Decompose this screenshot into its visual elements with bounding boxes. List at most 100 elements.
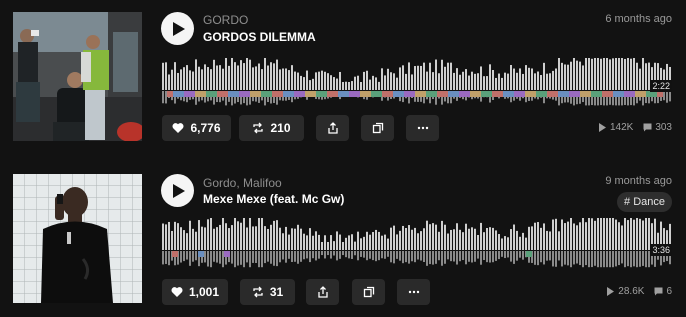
comment-avatar[interactable]: [552, 91, 558, 97]
waveform-bar: [456, 68, 458, 90]
comment-avatar[interactable]: [332, 91, 338, 97]
comment-avatar[interactable]: [321, 91, 327, 97]
waveform-bar: [537, 222, 539, 250]
more-button[interactable]: [397, 279, 430, 305]
genre-tag[interactable]: # Dance: [617, 192, 672, 212]
comment-avatar[interactable]: [508, 91, 514, 97]
waveform-bar: [540, 227, 542, 250]
waveform-bar: [162, 91, 164, 104]
comment-count[interactable]: 303: [643, 122, 672, 133]
waveform-bar: [516, 251, 518, 261]
track-title[interactable]: Mexe Mexe (feat. Mc Gw): [203, 192, 344, 206]
comment-avatar[interactable]: [222, 91, 228, 97]
comment-avatar[interactable]: [640, 91, 646, 97]
comment-avatar[interactable]: [211, 91, 217, 97]
comment-avatar[interactable]: [431, 91, 437, 97]
comment-avatar[interactable]: [167, 91, 173, 97]
comment-avatar[interactable]: [618, 91, 624, 97]
comment-avatar[interactable]: [530, 91, 536, 97]
waveform-bar: [417, 233, 419, 250]
more-button[interactable]: [406, 115, 439, 141]
comment-avatar[interactable]: [255, 91, 261, 97]
waveform-bar: [321, 251, 323, 256]
comment-avatar[interactable]: [172, 251, 178, 257]
comment-avatar[interactable]: [629, 91, 635, 97]
waveform-bar: [240, 251, 242, 265]
play-count-value: 142K: [609, 122, 634, 133]
copy-link-button[interactable]: [361, 115, 394, 141]
waveform-bar: [378, 251, 380, 261]
waveform-bar: [390, 72, 392, 90]
comment-avatar[interactable]: [200, 91, 206, 97]
waveform-bar: [444, 66, 446, 90]
comment-avatar[interactable]: [354, 91, 360, 97]
like-button[interactable]: 6,776: [162, 115, 231, 141]
share-button[interactable]: [316, 115, 349, 141]
play-button[interactable]: [161, 12, 194, 45]
waveform-bar: [504, 251, 506, 259]
waveform-bar: [471, 71, 473, 90]
comment-avatar[interactable]: [266, 91, 272, 97]
comment-avatar[interactable]: [596, 91, 602, 97]
play-button[interactable]: [161, 174, 194, 207]
comment-avatar[interactable]: [310, 91, 316, 97]
waveform[interactable]: [162, 56, 672, 108]
comment-avatar[interactable]: [420, 91, 426, 97]
waveform-bar: [327, 251, 329, 256]
comment-avatar[interactable]: [224, 251, 230, 257]
copy-link-button[interactable]: [352, 279, 385, 305]
comment-avatar[interactable]: [526, 251, 532, 257]
comment-avatar[interactable]: [398, 91, 404, 97]
track-artwork[interactable]: [13, 174, 142, 303]
comment-avatar[interactable]: [541, 91, 547, 97]
comment-avatar[interactable]: [453, 91, 459, 97]
waveform-bar: [630, 251, 632, 268]
comment-avatar[interactable]: [464, 91, 470, 97]
comment-avatar[interactable]: [519, 91, 525, 97]
waveform-bar: [321, 70, 323, 90]
comment-avatar[interactable]: [376, 91, 382, 97]
comment-avatar[interactable]: [277, 91, 283, 97]
repost-button[interactable]: 210: [239, 115, 304, 141]
comment-avatar[interactable]: [198, 251, 204, 257]
repost-button[interactable]: 31: [240, 279, 295, 305]
comment-avatar[interactable]: [299, 91, 305, 97]
comment-avatar[interactable]: [409, 91, 415, 97]
comment-avatar[interactable]: [574, 91, 580, 97]
heart-icon: [171, 287, 183, 297]
comment-avatar[interactable]: [497, 91, 503, 97]
repost-count: 31: [269, 285, 284, 299]
comment-count[interactable]: 6: [654, 286, 672, 297]
waveform-bar: [165, 224, 167, 250]
comment-avatar[interactable]: [233, 91, 239, 97]
waveform-bar: [162, 251, 164, 265]
like-button[interactable]: 1,001: [162, 279, 228, 305]
comment-avatar[interactable]: [607, 91, 613, 97]
waveform[interactable]: [162, 216, 672, 270]
comment-avatar[interactable]: [365, 91, 371, 97]
comment-avatar[interactable]: [244, 91, 250, 97]
comment-avatar[interactable]: [563, 91, 569, 97]
waveform-bar: [219, 65, 221, 90]
waveform-bar: [597, 58, 599, 90]
waveform-bar: [609, 218, 611, 250]
waveform-bar: [309, 228, 311, 250]
track-title[interactable]: GORDOS DILEMMA: [203, 30, 316, 44]
comment-avatar[interactable]: [343, 91, 349, 97]
track-artist[interactable]: GORDO: [203, 13, 248, 27]
comment-avatar[interactable]: [387, 91, 393, 97]
waveform-bar: [396, 77, 398, 90]
track-artist[interactable]: Gordo, Malifoo: [203, 176, 282, 190]
comment-avatar[interactable]: [189, 91, 195, 97]
comment-avatar[interactable]: [288, 91, 294, 97]
comment-avatar[interactable]: [442, 91, 448, 97]
track-artwork[interactable]: [13, 12, 142, 141]
comment-avatar[interactable]: [585, 91, 591, 97]
waveform-bar: [336, 231, 338, 250]
comment-avatar[interactable]: [178, 91, 184, 97]
waveform-bar: [477, 234, 479, 250]
comment-avatar[interactable]: [475, 91, 481, 97]
share-button[interactable]: [306, 279, 339, 305]
comment-avatar[interactable]: [486, 91, 492, 97]
waveform-bar: [237, 65, 239, 90]
